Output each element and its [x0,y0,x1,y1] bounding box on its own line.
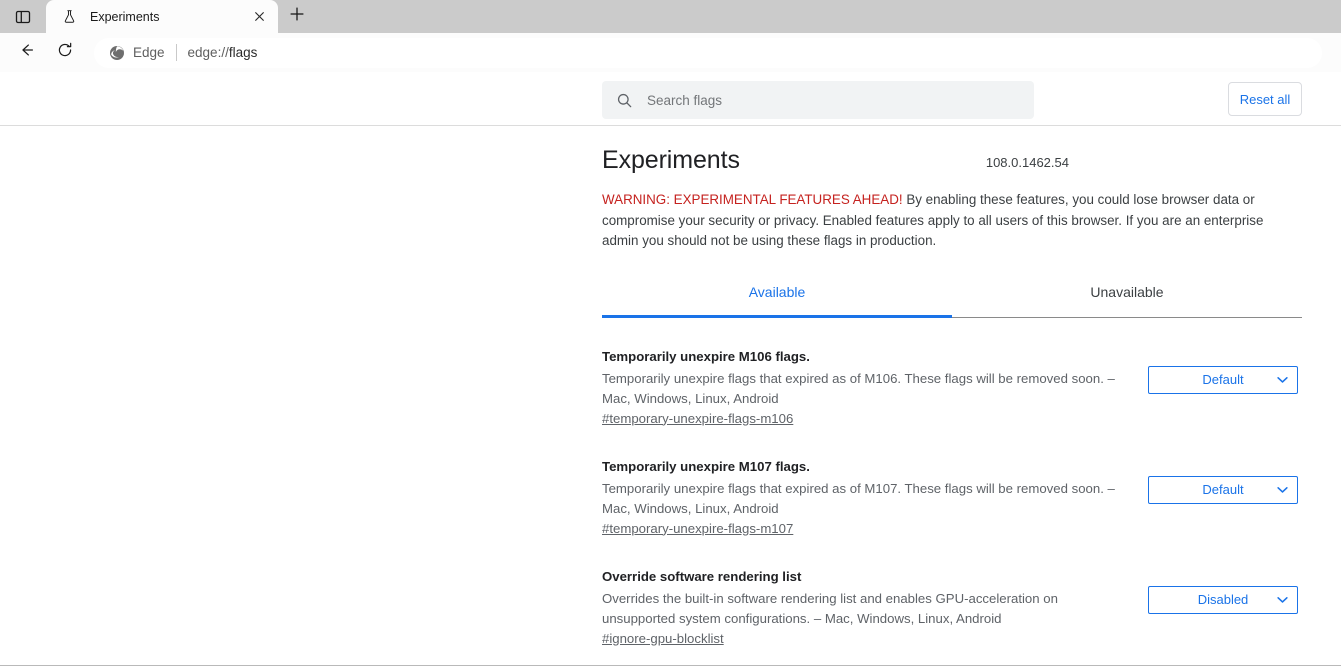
flask-icon [60,8,78,26]
tab-strip: Experiments [0,0,1341,33]
flag-select-value: Default [1202,372,1244,387]
flag-text: Temporarily unexpire M106 flags. Tempora… [602,348,1147,428]
flag-row: Temporarily unexpire M106 flags. Tempora… [602,318,1302,428]
reload-icon [56,41,74,64]
tab-available[interactable]: Available [602,274,952,318]
flag-control: Default [1148,365,1298,394]
tab-title: Experiments [90,9,160,24]
flag-description: Temporarily unexpire flags that expired … [602,480,1115,516]
omnibox-brand-label: Edge [133,45,165,60]
flag-list: Temporarily unexpire M106 flags. Tempora… [602,318,1302,648]
omnibox-separator [175,44,177,61]
flag-anchor-link[interactable]: #temporary-unexpire-flags-m107 [602,521,793,536]
search-flags-box[interactable] [602,81,1034,119]
version-label: 108.0.1462.54 [985,155,1069,170]
flag-select-dropdown[interactable]: Disabled [1148,585,1298,614]
new-tab-button[interactable] [280,0,314,33]
search-icon [614,90,634,110]
chevron-down-icon [1277,596,1288,603]
page-title: Experiments [602,146,740,174]
search-input[interactable] [645,81,1022,119]
flag-name: Temporarily unexpire M106 flags. [602,348,810,364]
flag-control: Default [1148,475,1298,504]
tab-unavailable[interactable]: Unavailable [952,274,1302,317]
flag-select-dropdown[interactable]: Default [1148,475,1298,504]
flags-content: Experiments 108.0.1462.54 WARNING: EXPER… [602,126,1302,648]
browser-tab[interactable]: Experiments [46,0,278,33]
omnibox-url: edge://flags [188,45,258,60]
title-row: Experiments 108.0.1462.54 [602,146,1302,175]
flag-select-dropdown[interactable]: Default [1148,365,1298,394]
back-arrow-icon [18,41,36,64]
flag-text: Override software rendering list Overrid… [602,568,1147,648]
edge-logo-icon [108,44,126,62]
flag-select-value: Disabled [1197,592,1249,607]
address-bar[interactable]: Edge edge://flags [94,37,1322,68]
chevron-down-icon [1277,376,1288,383]
flag-anchor-link[interactable]: #ignore-gpu-blocklist [602,631,724,646]
flags-page: Reset all Experiments 108.0.1462.54 WARN… [0,72,1341,666]
chevron-down-icon [1277,486,1288,493]
flags-header: Reset all [0,72,1341,126]
plus-icon [289,6,305,27]
flag-name: Temporarily unexpire M107 flags. [602,458,810,474]
flag-select-value: Default [1202,482,1244,497]
reload-button[interactable] [48,36,82,70]
browser-window: Experiments Edge edge://flags Search fla… [0,0,1341,666]
tab-search-icon[interactable] [0,0,46,33]
flag-text: Temporarily unexpire M107 flags. Tempora… [602,458,1147,538]
back-button[interactable] [10,36,44,70]
flags-body: Experiments 108.0.1462.54 WARNING: EXPER… [0,126,1341,663]
flag-row: Temporarily unexpire M107 flags. Tempora… [602,428,1302,538]
warning-headline: WARNING: EXPERIMENTAL FEATURES AHEAD! [602,192,903,207]
flag-description: Overrides the built-in software renderin… [602,590,1058,626]
flag-description: Temporarily unexpire flags that expired … [602,370,1115,406]
flag-control: Disabled [1148,585,1298,614]
flag-name: Override software rendering list [602,568,802,584]
url-path: flags [228,45,258,60]
warning-text: WARNING: EXPERIMENTAL FEATURES AHEAD! By… [602,190,1294,252]
url-scheme: edge:// [187,45,229,60]
flag-anchor-link[interactable]: #temporary-unexpire-flags-m106 [602,411,793,426]
close-icon[interactable] [248,6,270,28]
reset-all-button[interactable]: Reset all [1228,82,1302,116]
browser-toolbar: Edge edge://flags [0,33,1341,72]
flag-row: Override software rendering list Overrid… [602,538,1302,648]
flags-tabs: Available Unavailable [602,274,1302,318]
